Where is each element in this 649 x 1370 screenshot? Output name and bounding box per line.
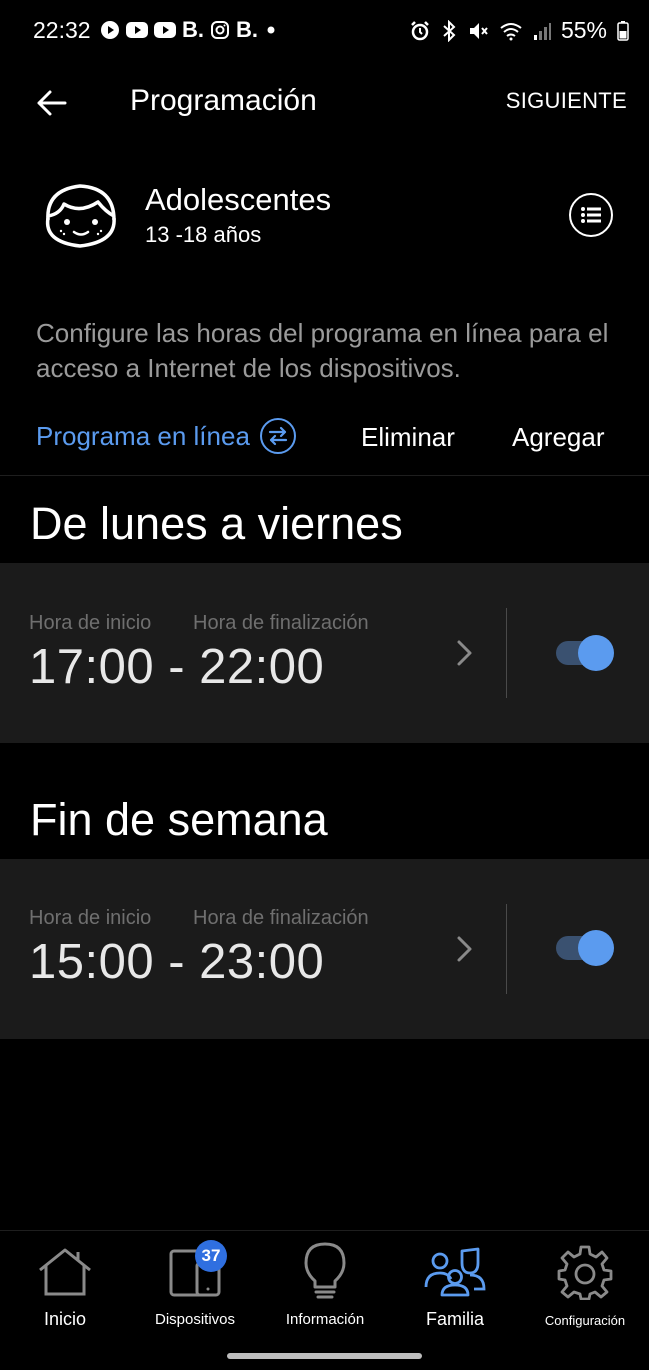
battery-icon — [617, 20, 629, 41]
wifi-icon — [500, 22, 522, 40]
end-time-label: Hora de finalización — [193, 612, 369, 634]
nav-item-informacion[interactable]: Información — [260, 1231, 390, 1341]
home-icon — [34, 1241, 96, 1303]
chevron-right-icon[interactable] — [455, 638, 475, 668]
back-button[interactable] — [28, 80, 74, 126]
nav-label: Información — [285, 1311, 365, 1328]
nav-label: Configuración — [544, 1313, 626, 1328]
youtube-icon — [154, 22, 176, 38]
mute-icon — [469, 22, 488, 39]
section-title-weekend: Fin de semana — [30, 794, 328, 845]
lightbulb-icon — [294, 1241, 356, 1303]
dot-icon — [267, 26, 275, 34]
schedule-toggle[interactable] — [556, 930, 616, 966]
family-icon — [424, 1241, 486, 1303]
profile-list-button[interactable] — [569, 193, 613, 237]
arrow-left-icon — [37, 90, 67, 116]
youtube-icon — [126, 22, 148, 38]
page-title: Programación — [130, 84, 317, 117]
bluetooth-icon — [443, 19, 456, 42]
teen-avatar-icon — [40, 180, 122, 250]
swap-icon — [259, 418, 296, 454]
card-divider — [506, 904, 507, 994]
schedule-toggle[interactable] — [556, 635, 616, 671]
status-time: 22:32 — [33, 17, 91, 43]
end-time-label: Hora de finalización — [193, 907, 369, 929]
nav-item-inicio[interactable]: Inicio — [0, 1231, 130, 1341]
system-icons: 55% — [409, 17, 629, 44]
section-title-weekdays: De lunes a viernes — [30, 498, 403, 549]
play-icon — [101, 21, 119, 39]
nav-item-familia[interactable]: Familia — [390, 1231, 520, 1341]
b-icon: B. — [182, 17, 204, 42]
start-time-label: Hora de inicio — [29, 907, 152, 929]
nav-item-configuracion[interactable]: Configuración — [520, 1231, 649, 1341]
list-icon — [581, 207, 601, 223]
schedule-description: Configure las horas del programa en líne… — [36, 318, 609, 383]
toggle-knob — [578, 635, 614, 671]
b-icon: B. — [236, 17, 258, 42]
schedule-times: 15:00 - 23:00 — [29, 935, 325, 989]
home-indicator[interactable] — [227, 1353, 422, 1359]
divider — [0, 475, 649, 476]
schedule-times: 17:00 - 22:00 — [29, 640, 325, 694]
nav-item-dispositivos[interactable]: Dispositivos — [130, 1231, 260, 1341]
next-button[interactable]: SIGUIENTE — [506, 88, 627, 114]
chevron-right-icon[interactable] — [455, 934, 475, 964]
online-program-toggle[interactable]: Programa en línea — [36, 418, 296, 454]
online-program-label: Programa en línea — [36, 420, 250, 451]
delete-button[interactable]: Eliminar — [361, 422, 455, 453]
card-divider — [506, 608, 507, 698]
profile-name: Adolescentes — [145, 182, 332, 217]
nav-label: Familia — [425, 1309, 484, 1329]
profile-age-range: 13 -18 años — [145, 222, 262, 247]
toggle-knob — [578, 930, 614, 966]
start-time-label: Hora de inicio — [29, 612, 152, 634]
nav-label: Inicio — [43, 1309, 87, 1329]
devices-count-badge: 37 — [195, 1240, 227, 1272]
signal-icon — [533, 22, 551, 40]
alarm-icon — [411, 20, 429, 40]
schedule-card-weekdays[interactable]: Hora de inicio Hora de finalización 17:0… — [0, 563, 649, 743]
battery-percent: 55% — [560, 17, 607, 43]
schedule-card-weekend[interactable]: Hora de inicio Hora de finalización 15:0… — [0, 859, 649, 1039]
gear-icon — [554, 1241, 616, 1303]
notification-icons: B. B. — [100, 19, 278, 41]
instagram-icon — [211, 21, 229, 39]
add-button[interactable]: Agregar — [512, 422, 605, 453]
status-bar: 22:32 B. B. 55% — [0, 0, 649, 62]
bottom-nav: Inicio Dispositivos Información Familia … — [0, 1230, 649, 1370]
nav-label: Dispositivos — [154, 1311, 236, 1328]
